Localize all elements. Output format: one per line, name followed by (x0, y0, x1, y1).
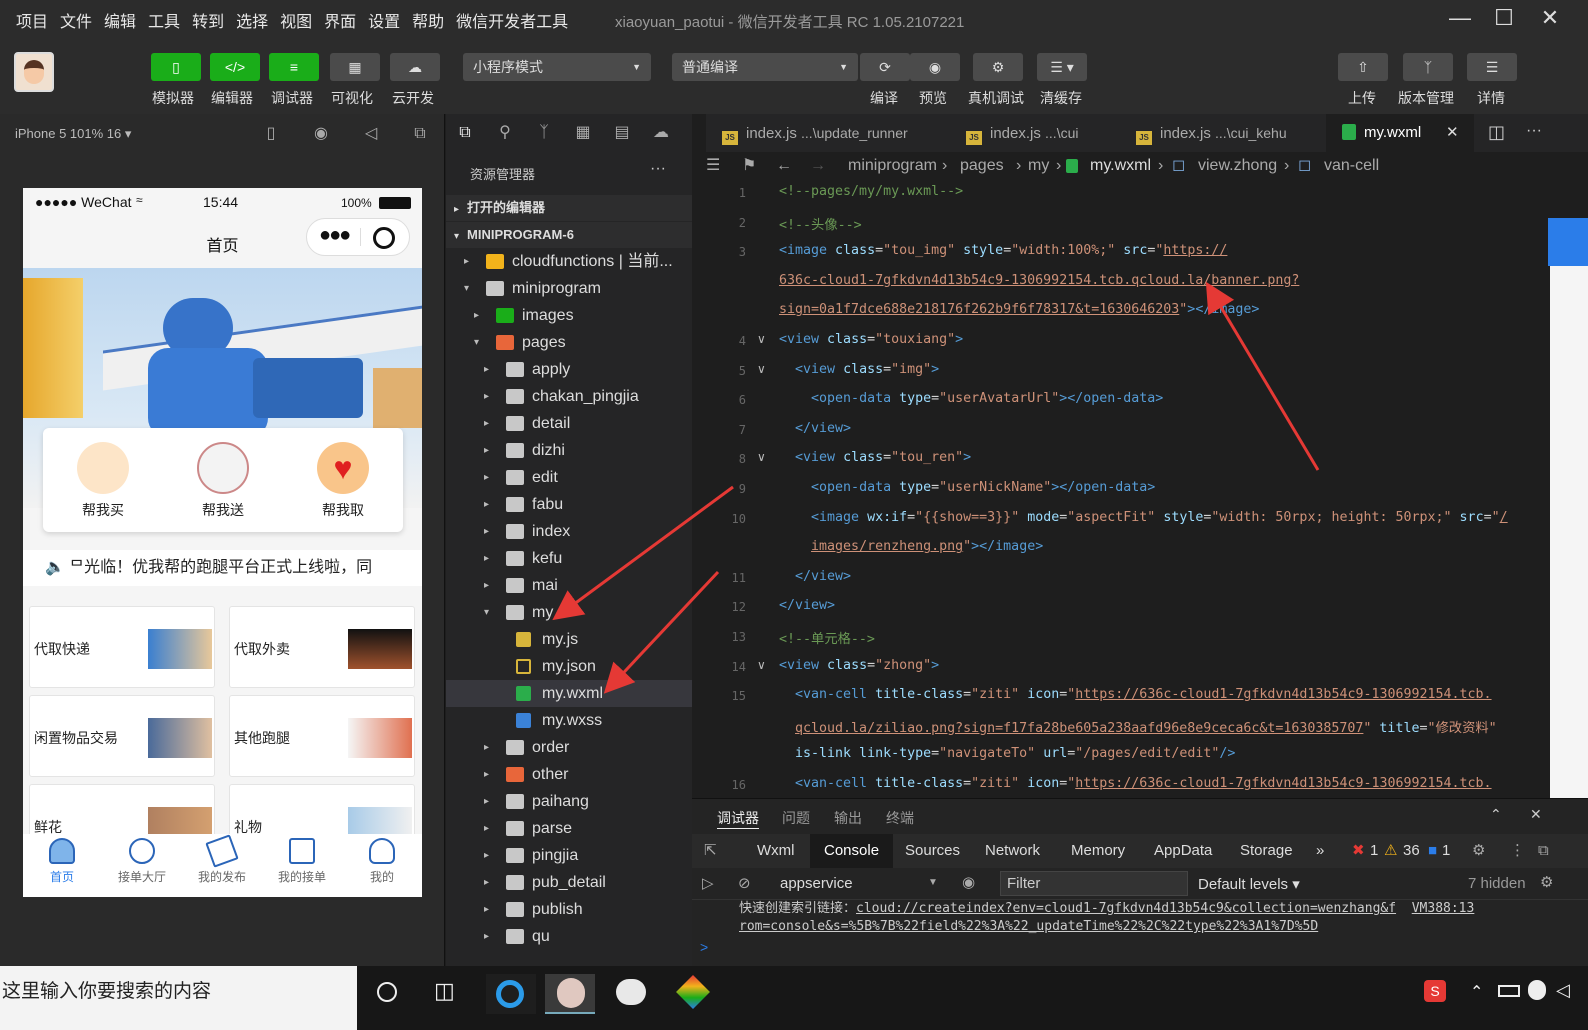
console-source[interactable]: VM388:13 (1412, 901, 1475, 916)
settings-icon[interactable]: ⚙ (1472, 834, 1485, 868)
levels-select[interactable]: Default levels ▾ (1198, 875, 1300, 893)
volume-tray-icon[interactable]: ◁ (1556, 980, 1570, 1001)
sidebar-toggle-icon[interactable]: ▷ (702, 874, 714, 892)
arrow-to-banner-link (1205, 281, 1320, 471)
hidden-count: 7 hidden (1468, 875, 1526, 892)
filter-input[interactable]: Filter (1000, 871, 1188, 896)
kebab-icon[interactable]: ⋮ (1510, 834, 1525, 868)
tab-network[interactable]: Network (985, 834, 1040, 868)
tab-console[interactable]: Console (810, 834, 894, 868)
console-link[interactable]: cloud://createindex?env=cloud1-7gfkdvn4d… (856, 901, 1396, 916)
warning-count[interactable]: 36 (1403, 834, 1420, 868)
error-count[interactable]: 1 (1370, 834, 1378, 868)
error-icon: ✖ (1352, 842, 1365, 859)
info-icon: ■ (1428, 842, 1438, 859)
console-prompt[interactable]: > (700, 939, 708, 955)
clear-console-icon[interactable]: ⊘ (738, 874, 751, 892)
console-filter-row: ▷ ⊘ appservice ▼ ◉ Filter Default levels… (692, 868, 1588, 900)
eye-icon[interactable]: ◉ (962, 873, 975, 891)
devtools-tabs: ⇱ Wxml Console Sources Network Memory Ap… (692, 834, 1588, 868)
browser-app-icon[interactable] (486, 974, 536, 1014)
battery-tray-icon[interactable] (1498, 985, 1520, 997)
input-method-icon[interactable]: S (1424, 980, 1446, 1002)
panel-tab-output[interactable]: 输出 (834, 808, 862, 828)
dock-icon[interactable]: ⧉ (1538, 834, 1549, 868)
console-message: 快速创建索引链接：cloud://createindex?env=cloud1-… (739, 901, 1475, 934)
cortana-icon[interactable] (377, 982, 397, 1002)
arrow-to-my-wxml (603, 570, 720, 694)
qq-tray-icon[interactable] (1528, 980, 1546, 1000)
arrow-to-my-folder (552, 485, 734, 621)
wechat-app-icon[interactable] (606, 974, 656, 1014)
tab-memory[interactable]: Memory (1071, 834, 1125, 868)
tab-sources[interactable]: Sources (905, 834, 960, 868)
panel-tabs: 调试器 问题 输出 终端 ⌃ ✕ (692, 798, 1588, 834)
caret-down-icon: ▼ (928, 877, 938, 888)
panel-tab-terminal[interactable]: 终端 (886, 808, 914, 828)
panel-tab-problems[interactable]: 问题 (782, 808, 810, 828)
more-tabs[interactable]: » (1316, 834, 1324, 868)
chevron-up-icon[interactable]: ⌃ (1490, 806, 1502, 823)
console-link[interactable]: rom=console&s=%5B%7B%22field%22%3A%22_up… (739, 919, 1318, 934)
close-panel-icon[interactable]: ✕ (1530, 806, 1542, 823)
devtools-app-icon[interactable] (667, 974, 717, 1014)
tab-appdata[interactable]: AppData (1154, 834, 1212, 868)
tray-chevron-up-icon[interactable]: ⌃ (1470, 982, 1483, 1002)
context-select[interactable]: appservice (780, 875, 853, 892)
panel-tab-debugger[interactable]: 调试器 (717, 808, 759, 829)
tab-storage[interactable]: Storage (1240, 834, 1293, 868)
taskbar-search-input[interactable]: 这里输入你要搜索的内容 (0, 966, 357, 1030)
inspect-icon[interactable]: ⇱ (704, 834, 717, 868)
task-view-icon[interactable]: ◫ (434, 978, 455, 1004)
tab-wxml[interactable]: Wxml (757, 834, 795, 868)
avatar-app-icon[interactable] (545, 974, 595, 1014)
info-count[interactable]: 1 (1442, 834, 1450, 868)
warning-icon: ⚠ (1384, 842, 1398, 859)
settings-icon[interactable]: ⚙ (1540, 873, 1553, 891)
